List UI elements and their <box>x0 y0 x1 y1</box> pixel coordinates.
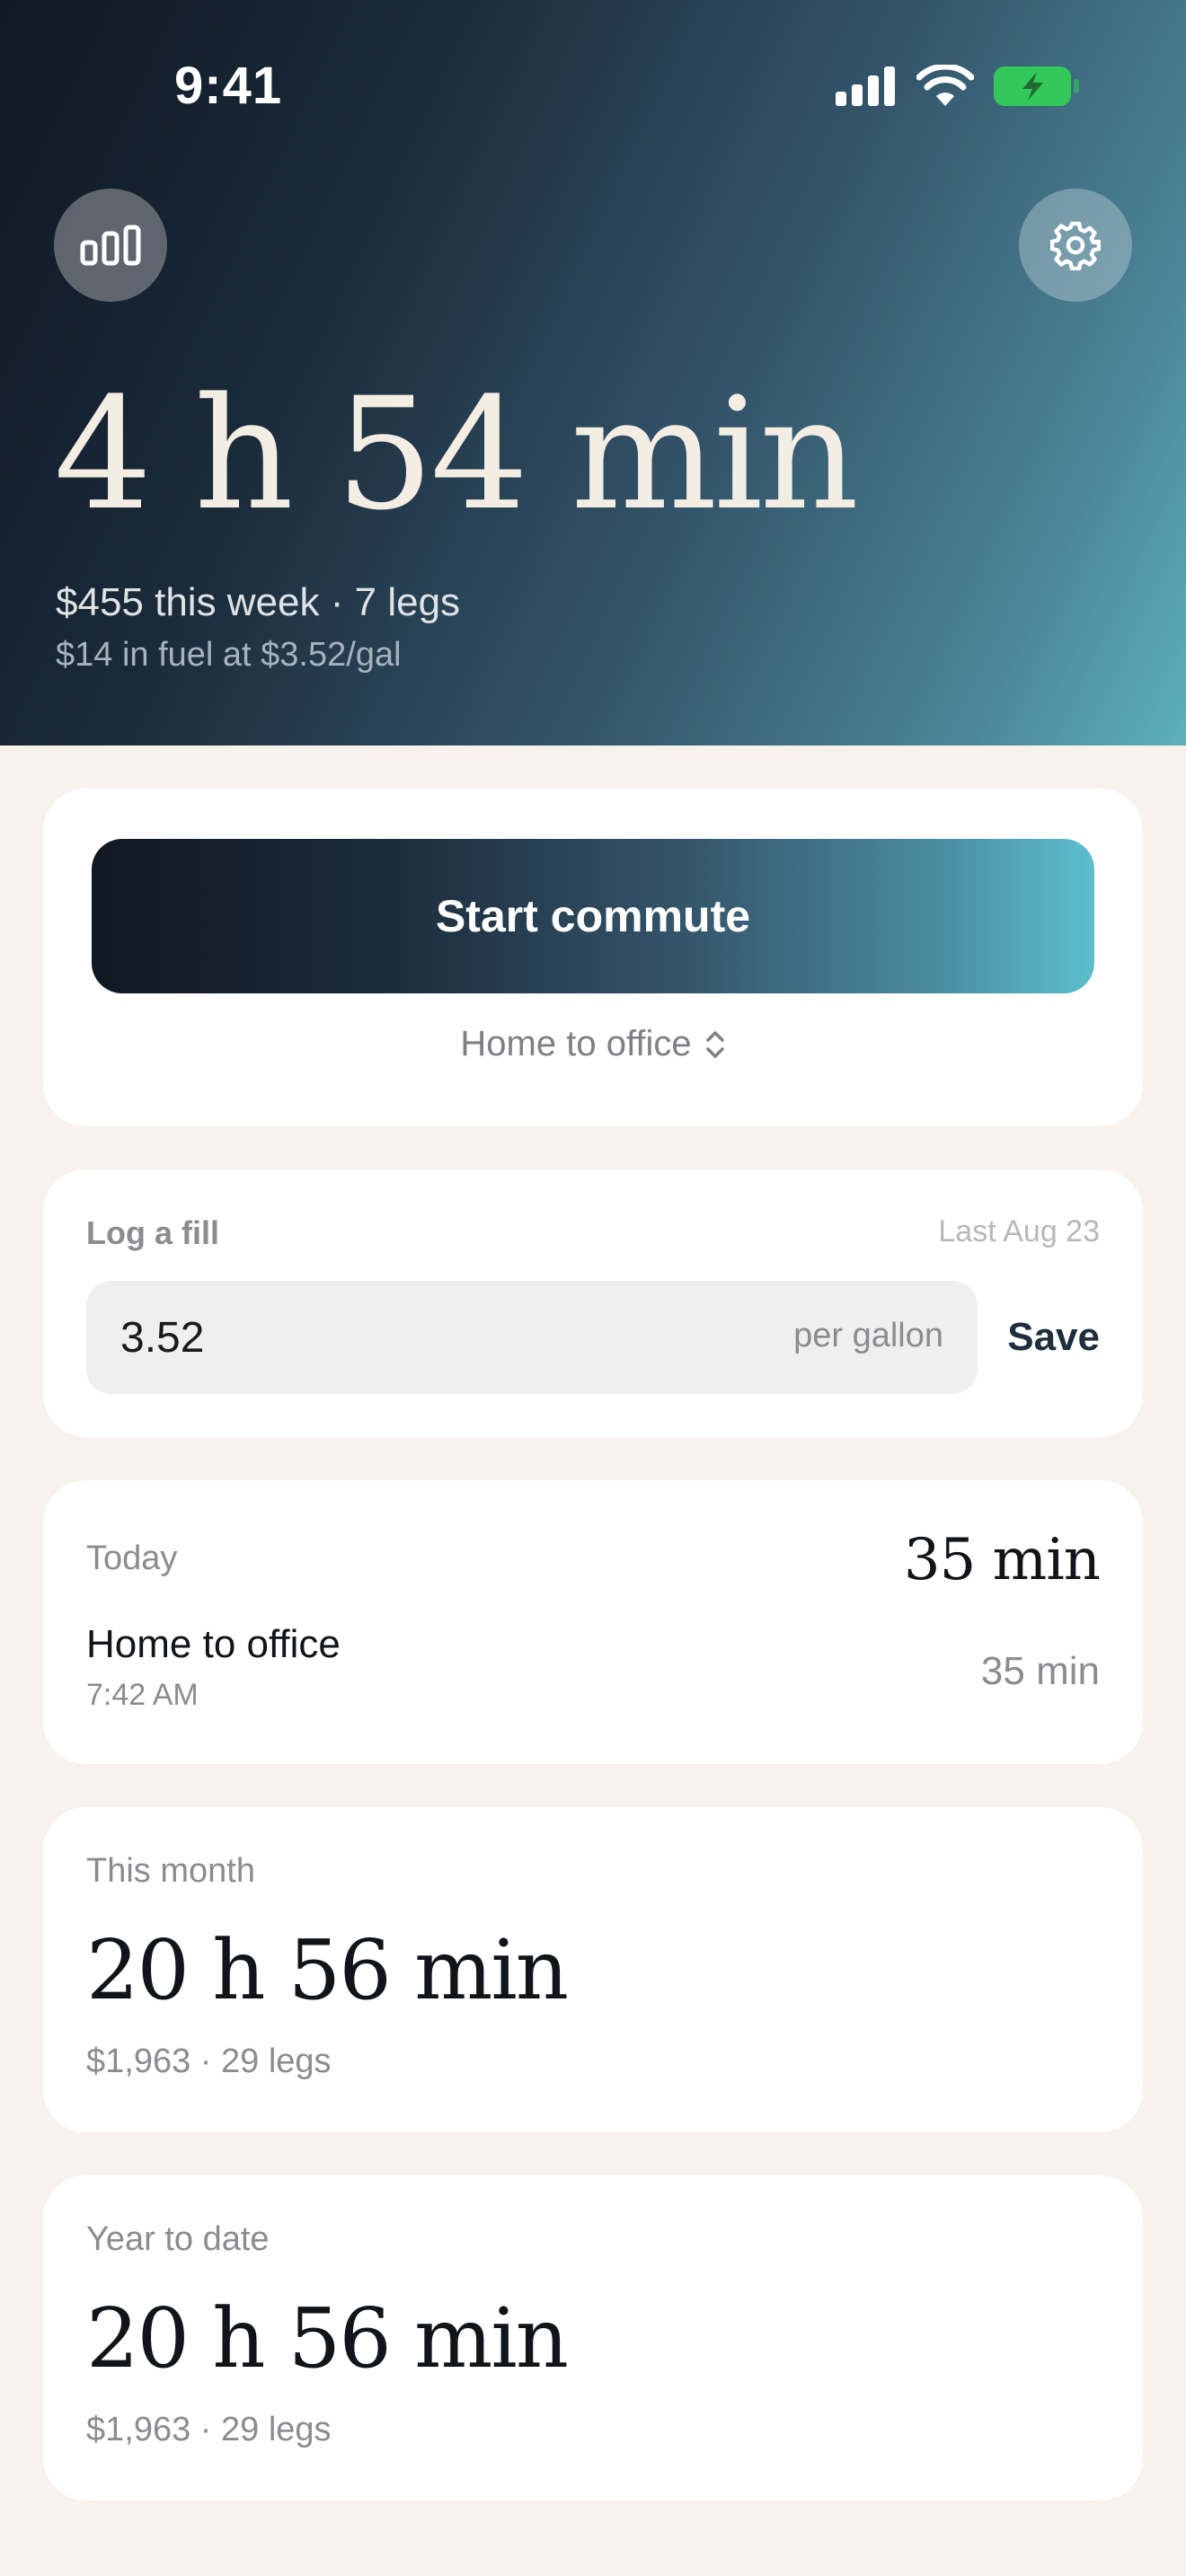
status-bar: 9:41 <box>0 0 1186 171</box>
today-label: Today <box>86 1539 178 1577</box>
wifi-icon <box>916 65 974 106</box>
start-commute-button[interactable]: Start commute <box>92 839 1094 993</box>
bar-chart-icon <box>80 225 141 266</box>
route-selector[interactable]: Home to office <box>43 1024 1143 1064</box>
settings-button[interactable] <box>1019 189 1132 302</box>
month-label: This month <box>86 1852 255 1890</box>
year-label: Year to date <box>86 2220 270 2258</box>
route-label: Home to office <box>460 1024 692 1063</box>
month-total-duration: 20 h 56 min <box>86 1922 569 2018</box>
chevron-up-down-icon <box>705 1030 724 1058</box>
month-summary-card: This month 20 h 56 min $1,963 · 29 legs <box>43 1807 1143 2132</box>
today-card: Today 35 min Home to office 7:42 AM 35 m… <box>43 1480 1143 1764</box>
fuel-price-input[interactable] <box>120 1281 659 1394</box>
fuel-summary: $14 in fuel at $3.52/gal <box>56 636 402 674</box>
list-item[interactable]: Home to office 7:42 AM 35 min <box>86 1622 1100 1730</box>
today-total-duration: 35 min <box>903 1527 1101 1593</box>
save-fill-button[interactable]: Save <box>1007 1315 1100 1360</box>
trip-start-time: 7:42 AM <box>86 1678 199 1712</box>
last-fill-date: Last Aug 23 <box>938 1214 1100 1248</box>
cellular-signal-icon <box>836 66 895 106</box>
log-fill-card: Log a fill Last Aug 23 per gallon Save <box>43 1169 1143 1437</box>
fuel-price-field: per gallon <box>86 1281 978 1394</box>
year-total-duration: 20 h 56 min <box>86 2290 569 2386</box>
gear-icon <box>1050 221 1101 270</box>
status-time: 9:41 <box>174 57 283 115</box>
year-summary-card: Year to date 20 h 56 min $1,963 · 29 leg… <box>43 2175 1143 2501</box>
battery-charging-icon <box>994 66 1079 106</box>
week-summary: $455 this week · 7 legs <box>56 580 461 624</box>
trip-duration: 35 min <box>980 1649 1100 1693</box>
year-summary: $1,963 · 29 legs <box>86 2411 332 2448</box>
stats-button[interactable] <box>54 189 167 302</box>
fuel-price-unit: per gallon <box>793 1317 943 1354</box>
hero-header: 9:41 4 h 54 min $455 this week · 7 legs … <box>0 0 1186 745</box>
start-commute-card: Start commute Home to office <box>43 789 1143 1126</box>
log-fill-label: Log a fill <box>86 1214 219 1251</box>
month-summary: $1,963 · 29 legs <box>86 2042 332 2080</box>
trip-route-name: Home to office <box>86 1622 341 1666</box>
week-total-duration: 4 h 54 min <box>54 364 859 544</box>
status-icons <box>836 65 1080 108</box>
